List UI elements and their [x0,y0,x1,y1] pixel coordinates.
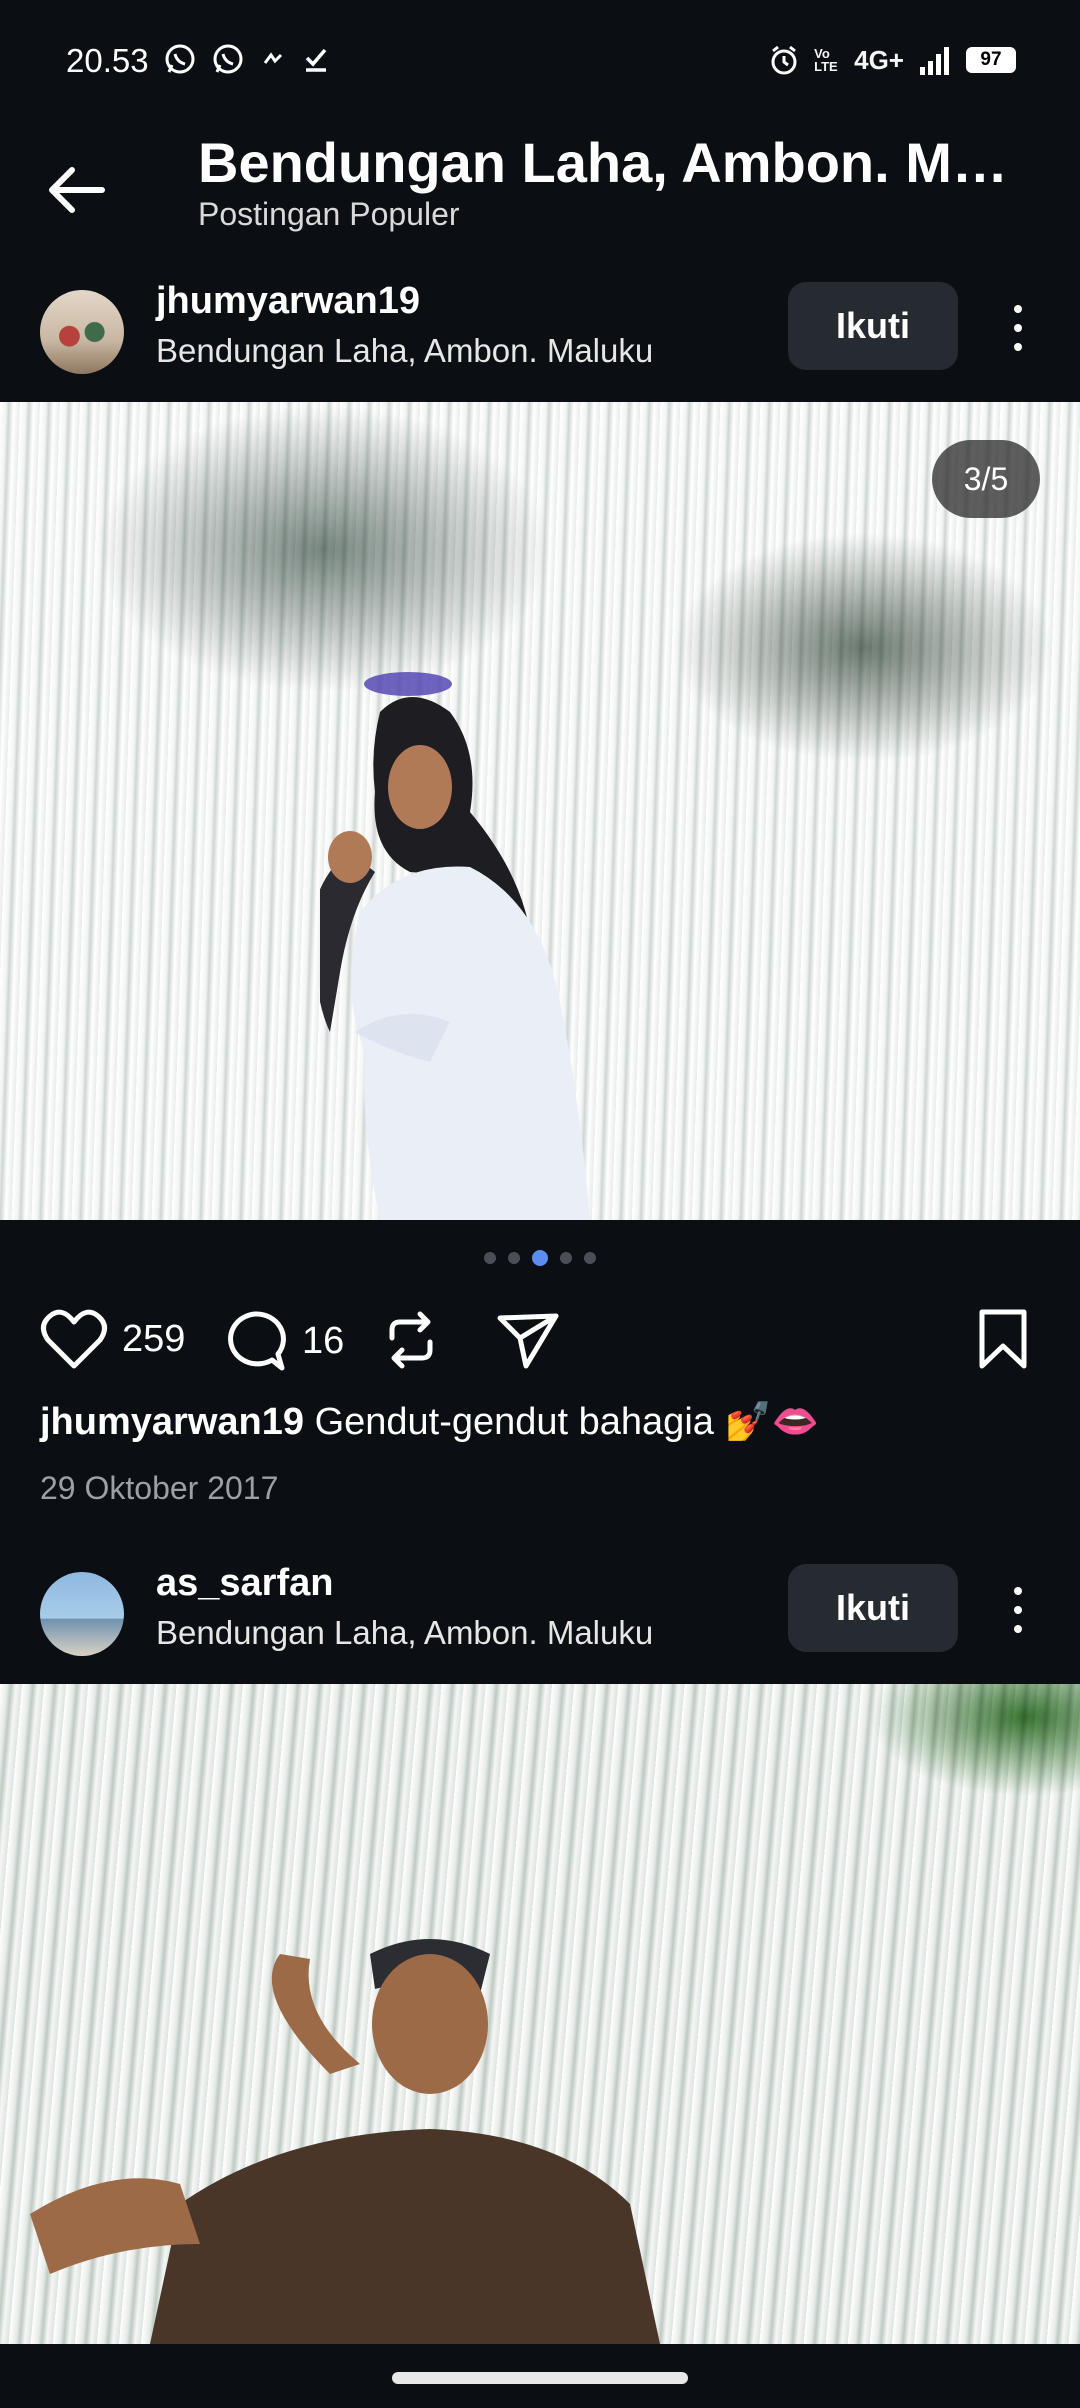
heart-icon [41,1309,107,1369]
carousel-dot [560,1252,572,1264]
post-date: 29 Oktober 2017 [40,1470,279,1506]
whatsapp-icon [165,44,195,74]
location-link[interactable]: Bendungan Laha, Ambon. Maluku [156,332,653,370]
avatar[interactable] [40,1572,124,1656]
more-options-button[interactable] [998,1572,1038,1648]
volte-indicator: Vo LTE [814,46,838,74]
follow-button[interactable]: Ikuti [788,1564,958,1652]
carousel-page-counter: 3/5 [932,440,1040,518]
comment-icon [228,1311,286,1371]
person-figure [30,1939,660,2344]
back-arrow-icon [49,167,105,213]
page-subtitle: Postingan Populer [198,196,460,232]
carousel-indicator [0,1250,1080,1266]
post-actions: 259 16 [0,1300,1080,1380]
status-bar: 20.53 Vo LTE 4G+ 97 [0,0,1080,120]
post-image[interactable] [0,402,1080,1220]
repost-button[interactable] [382,1308,440,1372]
post-caption: jhumyarwan19 Gendut-gendut bahagia 💅👄 [40,1400,819,1444]
screen: 20.53 Vo LTE 4G+ 97 Bendungan Laha, Ambo… [0,0,1080,2408]
more-vertical-icon [1014,305,1022,313]
follow-button[interactable]: Ikuti [788,282,958,370]
caption-text: Gendut-gendut bahagia 💅👄 [314,1401,820,1443]
page-title: Bendungan Laha, Ambon. Mal... [198,131,1028,194]
back-button[interactable] [36,150,116,230]
comment-count: 16 [302,1319,345,1362]
post-header: as_sarfan Bendungan Laha, Ambon. Maluku … [0,1554,1080,1684]
app-notification-icon [263,52,283,64]
carousel-dot [508,1252,520,1264]
alarm-icon [771,45,797,75]
post-image[interactable] [0,1684,1080,2344]
network-type: 4G+ [854,44,904,75]
notification-icons [163,42,331,76]
username[interactable]: as_sarfan [156,1562,333,1605]
avatar[interactable] [40,290,124,374]
post-header: jhumyarwan19 Bendungan Laha, Ambon. Malu… [0,272,1080,402]
like-count: 259 [122,1317,186,1360]
system-icons: Vo LTE 4G+ 97 [768,44,1016,76]
whatsapp-icon [213,44,243,74]
download-done-icon [305,48,327,72]
person-figure [320,672,590,1220]
top-app-bar: Bendungan Laha, Ambon. Mal... Postingan … [0,120,1080,270]
carousel-dot [484,1252,496,1264]
share-button[interactable] [496,1308,560,1372]
carousel-dot [584,1252,596,1264]
repost-icon [389,1311,433,1369]
username[interactable]: jhumyarwan19 [156,280,420,323]
more-options-button[interactable] [998,290,1038,366]
battery-icon: 97 [966,47,1016,73]
more-vertical-icon [1014,1587,1022,1595]
signal-icon [920,47,949,75]
like-button[interactable]: 259 [40,1308,185,1370]
carousel-dot-active [532,1250,548,1266]
status-time: 20.53 [66,42,149,79]
bookmark-icon [979,1309,1027,1369]
caption-username[interactable]: jhumyarwan19 [40,1401,304,1443]
home-gesture-handle[interactable] [392,2372,688,2384]
location-link[interactable]: Bendungan Laha, Ambon. Maluku [156,1614,653,1652]
save-button[interactable] [976,1308,1030,1370]
comment-button[interactable]: 16 [222,1308,344,1374]
share-icon [497,1313,559,1369]
